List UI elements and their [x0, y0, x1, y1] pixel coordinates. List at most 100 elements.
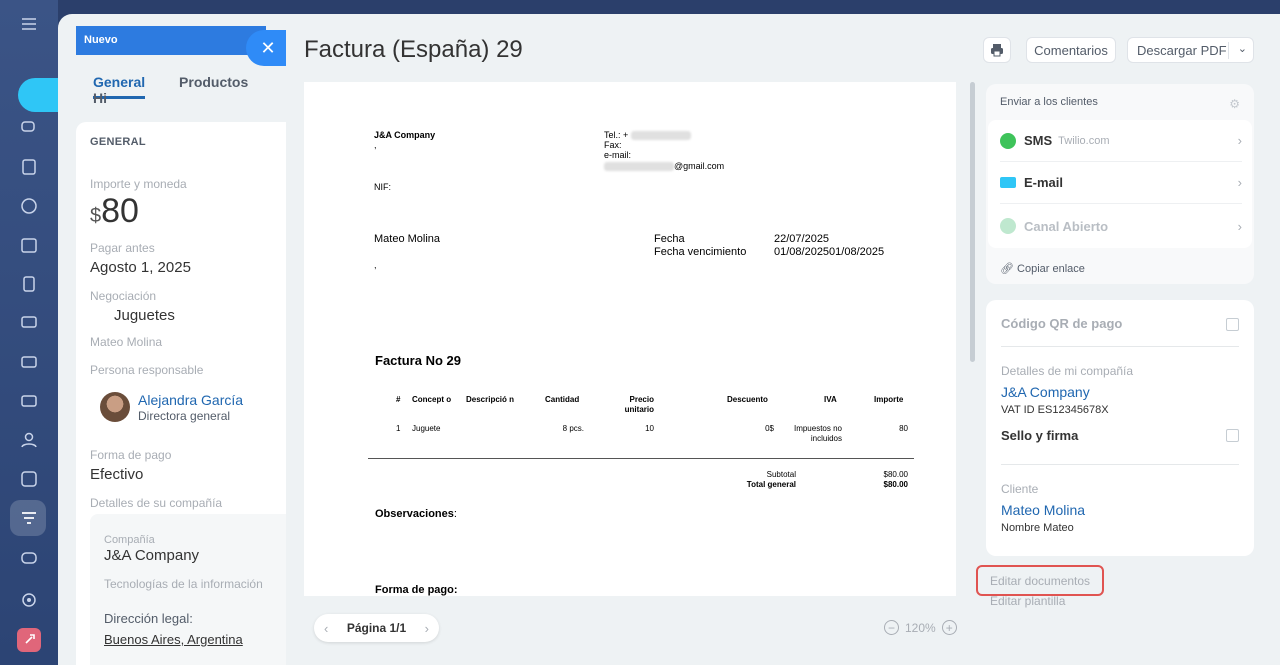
contacts-icon[interactable] [17, 428, 41, 452]
send-option-sms[interactable]: SMS Twilio.com › [1000, 120, 1242, 162]
invoice-info-card: Código QR de pago Detalles de mi compañí… [986, 300, 1254, 556]
qr-checkbox[interactable] [1226, 318, 1239, 331]
doc-company-sub: , [374, 140, 377, 150]
board-icon[interactable] [17, 311, 41, 335]
doc-client-sub: , [374, 260, 377, 270]
scrollbar[interactable] [970, 82, 975, 362]
responsible-name[interactable]: Alejandra García [138, 392, 243, 408]
total-value: $80.00 [883, 480, 908, 489]
copy-link[interactable]: 🔗︎ Copiar enlace [1000, 262, 1085, 275]
zoom-out-icon[interactable]: − [884, 620, 899, 635]
my-company-label: Detalles de mi compañía [1001, 364, 1134, 378]
chat-icon[interactable] [17, 116, 41, 140]
tab-products[interactable]: Productos [179, 74, 248, 90]
cell-discount: 0$ [765, 424, 774, 433]
prev-page-icon[interactable]: ‹ [324, 621, 328, 636]
mail-icon[interactable] [17, 389, 41, 413]
send-option-open-channel[interactable]: Canal Abierto › [1000, 205, 1242, 247]
send-option-email[interactable]: E-mail › [1000, 162, 1242, 204]
background-entity-card: Nuevo General Productos Hi GENERAL Impor… [58, 14, 318, 665]
col-header-description: Descripció n [466, 395, 515, 404]
close-slider-button[interactable]: ✕ [246, 30, 286, 66]
section-heading: GENERAL [90, 136, 146, 148]
tasks-icon[interactable] [17, 155, 41, 179]
col-header-amount: Importe [874, 395, 904, 404]
comments-button[interactable]: Comentarios [1026, 37, 1116, 63]
chevron-right-icon: › [1237, 175, 1242, 190]
stamp-checkbox[interactable] [1226, 429, 1239, 442]
client-label: Cliente [1001, 482, 1039, 496]
send-header: Enviar a los clientes [1000, 96, 1098, 108]
redacted-email [604, 162, 674, 172]
responsible-role: Directora general [138, 409, 231, 423]
tabs: General Productos Hi [93, 74, 318, 106]
company-value: J&A Company [104, 547, 200, 564]
shield-icon[interactable] [17, 194, 41, 218]
client-link[interactable]: Mateo Molina [1001, 502, 1085, 518]
company-details-label: Detalles de su compañía [90, 496, 223, 510]
page-title: Factura (España) 29 [304, 36, 523, 63]
copy-link-label: Copiar enlace [1017, 263, 1085, 275]
close-icon: ✕ [260, 37, 276, 58]
doc-nif: NIF: [374, 182, 391, 192]
next-page-icon[interactable]: › [425, 621, 429, 636]
doc-date-label: Fecha [654, 233, 685, 245]
divider [1001, 346, 1239, 347]
address-value[interactable]: Buenos Aires, Argentina [104, 632, 243, 647]
document-preview[interactable]: J&A Company , NIF: Tel.: + Fax: e-mail: … [304, 82, 956, 596]
vat-id: VAT ID ES12345678X [1001, 404, 1109, 416]
currency-symbol: $ [90, 205, 102, 227]
chevron-right-icon: › [1237, 218, 1242, 234]
cell-amount: 80 [899, 424, 908, 433]
doc-tel-label: Tel.: + [604, 130, 629, 140]
rocket-icon[interactable] [17, 628, 41, 652]
stage-bar[interactable]: Nuevo [76, 26, 266, 55]
download-pdf-label: Descargar PDF [1137, 42, 1227, 58]
industry-value: Tecnologías de la información [104, 577, 263, 591]
checkbox-icon[interactable] [17, 467, 41, 491]
payment-value: Efectivo [90, 466, 144, 483]
address-label: Dirección legal: [104, 611, 193, 626]
settings-icon[interactable] [17, 588, 41, 612]
document-icon[interactable] [17, 272, 41, 296]
doc-due: 01/08/202501/08/2025 [774, 246, 885, 258]
close-tab-button[interactable] [18, 78, 62, 112]
send-option-label: E-mail [1024, 175, 1064, 190]
doc-email-domain: @gmail.com [674, 161, 725, 171]
subtotal-value: $80.00 [883, 470, 908, 479]
card-icon[interactable] [17, 350, 41, 374]
tab-history[interactable]: Hi [93, 90, 107, 106]
stamp-label: Sello y firma [1001, 428, 1079, 443]
print-button[interactable] [983, 37, 1011, 63]
doc-client: Mateo Molina [374, 233, 441, 245]
col-header-quantity: Cantidad [545, 395, 580, 404]
chevron-down-icon[interactable]: ⌄ [1238, 42, 1247, 55]
edit-documents-link[interactable]: Editar documentos [976, 565, 1104, 596]
col-header-discount: Descuento [727, 395, 768, 404]
download-pdf-button[interactable]: Descargar PDF ⌄ [1127, 37, 1254, 63]
cell-concept: Juguete [412, 424, 441, 433]
doc-payment: Forma de pago: [375, 584, 458, 596]
invoice-slider: Factura (España) 29 Comentarios Descarga… [286, 14, 1280, 665]
gear-icon[interactable]: ⚙ [1229, 97, 1240, 111]
amount-label: Importe y moneda [90, 177, 187, 191]
robot-icon[interactable] [17, 545, 41, 569]
zoom-in-icon[interactable]: + [941, 620, 957, 635]
cell-price: 10 [645, 424, 654, 433]
menu-icon[interactable] [17, 12, 41, 36]
edit-template-link[interactable]: Editar plantilla [990, 594, 1065, 608]
table-divider [368, 458, 914, 459]
left-rail [0, 0, 62, 665]
zoom-control: − 120% + [884, 620, 957, 635]
page-navigator: ‹ Página 1/1 › [314, 614, 439, 642]
chevron-right-icon: › [1237, 133, 1242, 148]
cell-num: 1 [396, 424, 401, 433]
crm-filter-icon[interactable] [17, 506, 41, 530]
my-company-link[interactable]: J&A Company [1001, 384, 1090, 400]
doc-due-label: Fecha vencimiento [654, 246, 747, 258]
calendar-icon[interactable] [17, 233, 41, 257]
send-option-note: Twilio.com [1058, 134, 1110, 147]
divider [1001, 464, 1239, 465]
col-header-num: # [396, 395, 401, 404]
deal-value[interactable]: Juguetes [114, 307, 175, 324]
